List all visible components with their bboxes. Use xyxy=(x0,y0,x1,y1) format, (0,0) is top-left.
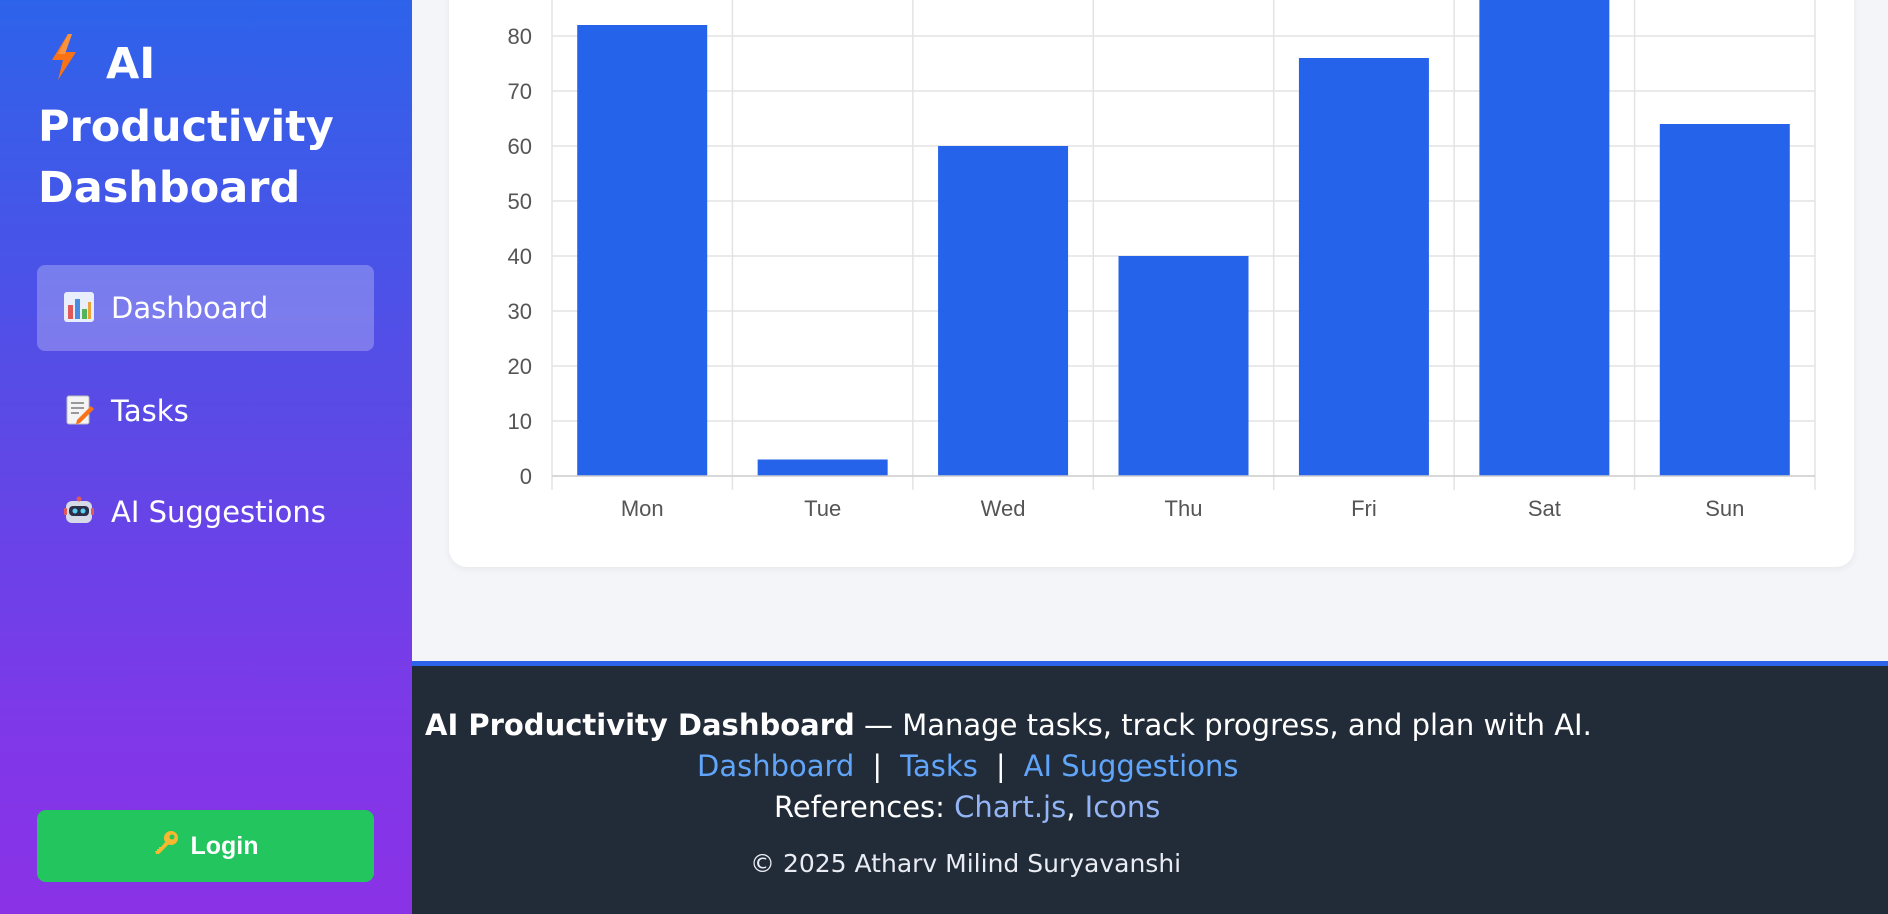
references-separator: , xyxy=(1066,790,1085,824)
lightning-bolt-icon xyxy=(48,34,86,97)
sidebar-item-label: Dashboard xyxy=(111,291,269,325)
brand: AI Productivity Dashboard xyxy=(38,34,368,219)
robot-icon xyxy=(63,495,97,529)
footer-description: AI Productivity Dashboard — Manage tasks… xyxy=(425,708,1592,742)
sidebar-item-label: Tasks xyxy=(111,394,189,428)
bar-thu[interactable] xyxy=(1118,256,1249,476)
x-tick-label: Fri xyxy=(1351,496,1377,521)
x-tick-label: Mon xyxy=(621,496,664,521)
y-tick-label: 70 xyxy=(508,79,532,104)
x-tick-label: Sat xyxy=(1528,496,1561,521)
footer-copyright: © 2025 Atharv Milind Suryavanshi xyxy=(750,849,1182,878)
sidebar-item-dashboard[interactable]: Dashboard xyxy=(37,265,374,351)
bar-chart-icon xyxy=(63,291,97,325)
login-label: Login xyxy=(190,831,259,860)
x-tick-label: Tue xyxy=(804,496,841,521)
footer-link-ai-suggestions[interactable]: AI Suggestions xyxy=(1024,749,1239,783)
bar-fri[interactable] xyxy=(1298,58,1429,476)
bar-sat[interactable] xyxy=(1479,0,1610,476)
bar-mon[interactable] xyxy=(577,25,708,476)
sidebar-item-tasks[interactable]: Tasks xyxy=(37,368,374,454)
footer-nav: Dashboard | Tasks | AI Suggestions xyxy=(697,749,1238,783)
reference-link-chartjs[interactable]: Chart.js xyxy=(954,790,1066,824)
footer-title: AI Productivity Dashboard xyxy=(425,708,855,742)
weekly-bar-chart: 0 10 20 30 40 50 60 70 80 Mon Tue Wed Thu Fri Sat Sun xyxy=(508,0,1816,521)
y-tick-label: 20 xyxy=(508,354,532,379)
reference-link-icons[interactable]: Icons xyxy=(1085,790,1161,824)
footer-separator: | xyxy=(995,749,1006,783)
footer: AI Productivity Dashboard — Manage tasks… xyxy=(412,661,1888,914)
bar-sun[interactable] xyxy=(1659,124,1790,476)
chart-card: 0 10 20 30 40 50 60 70 80 Mon Tue Wed Thu Fri Sat Sun xyxy=(449,0,1854,567)
y-tick-label: 0 xyxy=(520,464,532,489)
footer-link-dashboard[interactable]: Dashboard xyxy=(697,749,854,783)
key-icon xyxy=(152,829,180,864)
y-tick-label: 60 xyxy=(508,134,532,159)
login-button[interactable]: Login xyxy=(37,810,374,882)
bar-tue[interactable] xyxy=(757,459,888,477)
y-tick-label: 80 xyxy=(508,24,532,49)
sidebar-item-label: AI Suggestions xyxy=(111,495,326,529)
sidebar-item-ai-suggestions[interactable]: AI Suggestions xyxy=(37,469,374,555)
footer-separator: | xyxy=(872,749,883,783)
footer-link-tasks[interactable]: Tasks xyxy=(900,749,978,783)
y-tick-label: 30 xyxy=(508,299,532,324)
y-tick-label: 50 xyxy=(508,189,532,214)
footer-tagline: — Manage tasks, track progress, and plan… xyxy=(854,708,1592,742)
footer-references: References: Chart.js, Icons xyxy=(774,790,1160,824)
memo-icon xyxy=(63,394,97,428)
x-tick-label: Sun xyxy=(1705,496,1744,521)
x-tick-label: Wed xyxy=(981,496,1026,521)
references-label: References: xyxy=(774,790,955,824)
sidebar: AI Productivity Dashboard Dashboard Task… xyxy=(0,0,412,914)
y-tick-label: 40 xyxy=(508,244,532,269)
bar-wed[interactable] xyxy=(938,146,1069,476)
y-tick-label: 10 xyxy=(508,409,532,434)
x-tick-label: Thu xyxy=(1165,496,1203,521)
